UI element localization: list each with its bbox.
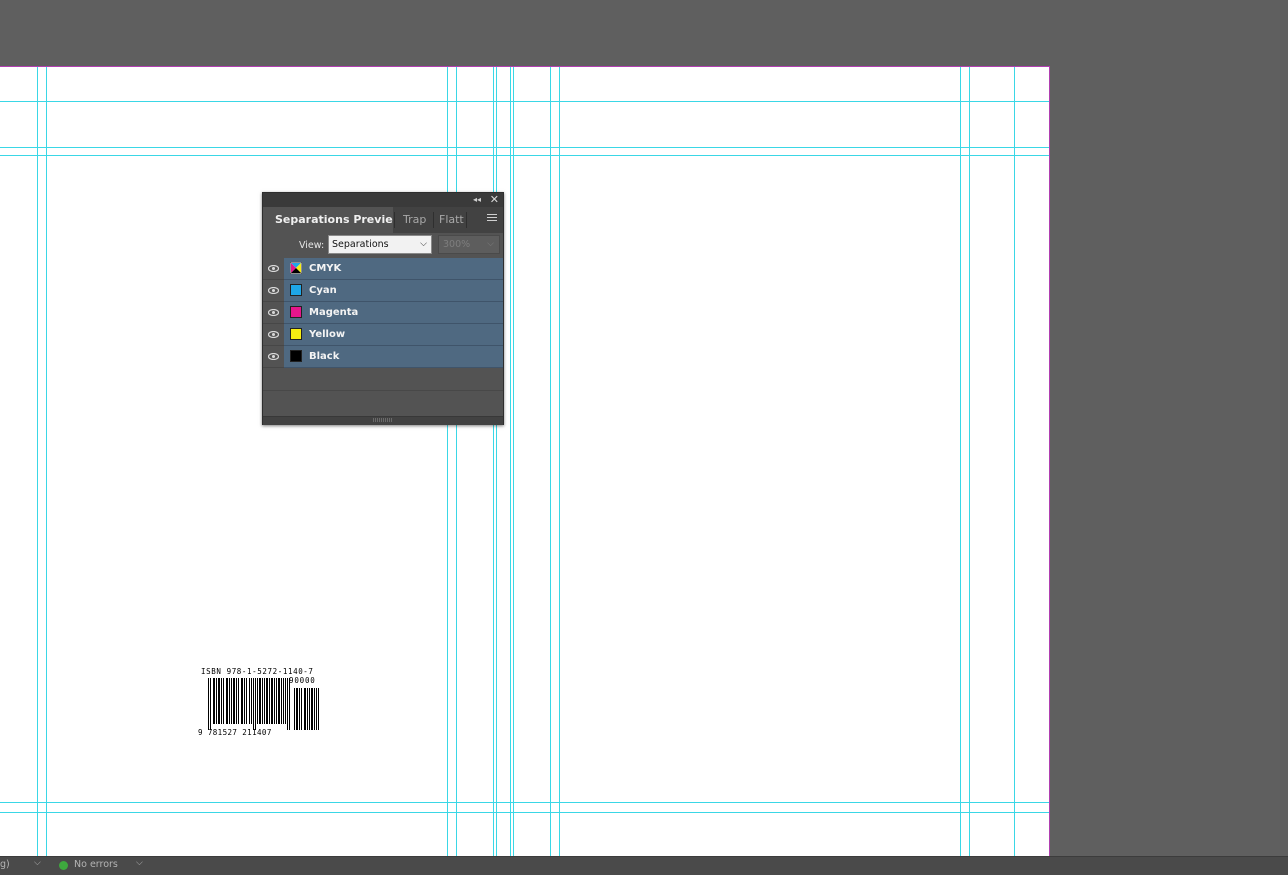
- close-icon[interactable]: ✕: [490, 193, 499, 206]
- separation-name: CMYK: [309, 263, 342, 274]
- status-left-text: g): [0, 859, 10, 870]
- chevron-down-icon: ⌵: [420, 239, 427, 249]
- collapse-panel-icon[interactable]: ◂◂: [473, 194, 481, 206]
- guide-horizontal[interactable]: [0, 802, 1049, 803]
- isbn-barcode[interactable]: ISBN 978-1-5272-1140-7 90000 9 781527 21…: [198, 667, 328, 743]
- guide-horizontal[interactable]: [0, 147, 1049, 148]
- document-page[interactable]: ISBN 978-1-5272-1140-7 90000 9 781527 21…: [0, 66, 1050, 856]
- guide-vertical[interactable]: [513, 67, 514, 856]
- separation-row-black[interactable]: Black: [263, 346, 503, 368]
- tab-divider: [466, 212, 467, 228]
- guide-vertical[interactable]: [510, 67, 511, 856]
- visibility-toggle[interactable]: [263, 258, 284, 280]
- separation-row-cmyk[interactable]: CMYK: [263, 258, 503, 280]
- separation-row-body[interactable]: Black: [284, 346, 503, 368]
- status-bar: g) ⌵ No errors ⌵: [0, 856, 1288, 875]
- preflight-status-icon: [59, 861, 68, 870]
- separation-row-body[interactable]: Cyan: [284, 280, 503, 302]
- resize-grip-icon[interactable]: [373, 418, 393, 422]
- separation-name: Yellow: [309, 329, 346, 340]
- guide-vertical[interactable]: [1014, 67, 1015, 856]
- eye-icon: [268, 265, 279, 272]
- guide-vertical[interactable]: [960, 67, 961, 856]
- separation-row-magenta[interactable]: Magenta: [263, 302, 503, 324]
- chevron-down-icon[interactable]: ⌵: [34, 858, 41, 868]
- cmyk-swatch-icon: [290, 262, 302, 274]
- separation-row-body[interactable]: Magenta: [284, 302, 503, 324]
- barcode-bars-graphic: [208, 678, 319, 730]
- guide-vertical[interactable]: [37, 67, 38, 856]
- visibility-toggle[interactable]: [263, 280, 284, 302]
- eye-icon: [268, 309, 279, 316]
- isbn-text: ISBN 978-1-5272-1140-7: [201, 667, 314, 676]
- tab-flattener[interactable]: Flatt: [439, 207, 464, 233]
- tab-divider: [433, 212, 434, 228]
- separation-row-body[interactable]: CMYK: [284, 258, 503, 280]
- view-dropdown[interactable]: Separations ⌵: [328, 235, 432, 254]
- eye-icon: [268, 353, 279, 360]
- guide-vertical[interactable]: [496, 67, 497, 856]
- cyan-swatch-icon: [290, 284, 302, 296]
- guide-vertical[interactable]: [969, 67, 970, 856]
- separation-name: Cyan: [309, 285, 337, 296]
- visibility-toggle[interactable]: [263, 324, 284, 346]
- separation-name: Magenta: [309, 307, 359, 318]
- guide-horizontal[interactable]: [0, 155, 1049, 156]
- visibility-toggle[interactable]: [263, 346, 284, 368]
- view-label: View:: [299, 240, 325, 251]
- tab-divider: [394, 212, 395, 228]
- magenta-swatch-icon: [290, 306, 302, 318]
- separation-row-yellow[interactable]: Yellow: [263, 324, 503, 346]
- yellow-swatch-icon: [290, 328, 302, 340]
- black-swatch-icon: [290, 350, 302, 362]
- pasteboard[interactable]: ISBN 978-1-5272-1140-7 90000 9 781527 21…: [0, 0, 1288, 856]
- panel-resize-footer[interactable]: [263, 416, 503, 425]
- guide-vertical[interactable]: [550, 67, 551, 856]
- separation-row-body[interactable]: Yellow: [284, 324, 503, 346]
- visibility-toggle[interactable]: [263, 302, 284, 324]
- separation-row-cyan[interactable]: Cyan: [263, 280, 503, 302]
- guide-vertical[interactable]: [447, 67, 448, 856]
- panel-menu-icon[interactable]: [487, 214, 497, 222]
- chevron-down-icon: ⌵: [487, 239, 494, 249]
- chevron-down-icon[interactable]: ⌵: [136, 858, 143, 868]
- guide-vertical[interactable]: [46, 67, 47, 856]
- guide-vertical[interactable]: [493, 67, 494, 856]
- tab-separations-preview[interactable]: Separations Preview: [263, 207, 393, 233]
- panel-divider: [263, 390, 503, 391]
- tab-trap[interactable]: Trap: [403, 207, 431, 233]
- eye-icon: [268, 331, 279, 338]
- guide-vertical[interactable]: [559, 67, 560, 856]
- barcode-main-digits: 9 781527 211407: [198, 728, 272, 737]
- eye-icon: [268, 287, 279, 294]
- panel-tabs: Separations Preview Trap Flatt: [263, 207, 503, 233]
- preflight-status-text[interactable]: No errors: [74, 859, 118, 870]
- separation-name: Black: [309, 351, 340, 362]
- zoom-dropdown-disabled: 300% ⌵: [438, 235, 500, 254]
- guide-vertical[interactable]: [456, 67, 457, 856]
- guide-horizontal[interactable]: [0, 812, 1049, 813]
- guide-horizontal[interactable]: [0, 101, 1049, 102]
- view-dropdown-value: Separations: [332, 239, 389, 250]
- zoom-dropdown-value: 300%: [443, 239, 471, 250]
- separations-preview-panel[interactable]: ◂◂ ✕ Separations Preview Trap Flatt View…: [262, 192, 504, 425]
- panel-titlebar[interactable]: ◂◂ ✕: [263, 193, 503, 207]
